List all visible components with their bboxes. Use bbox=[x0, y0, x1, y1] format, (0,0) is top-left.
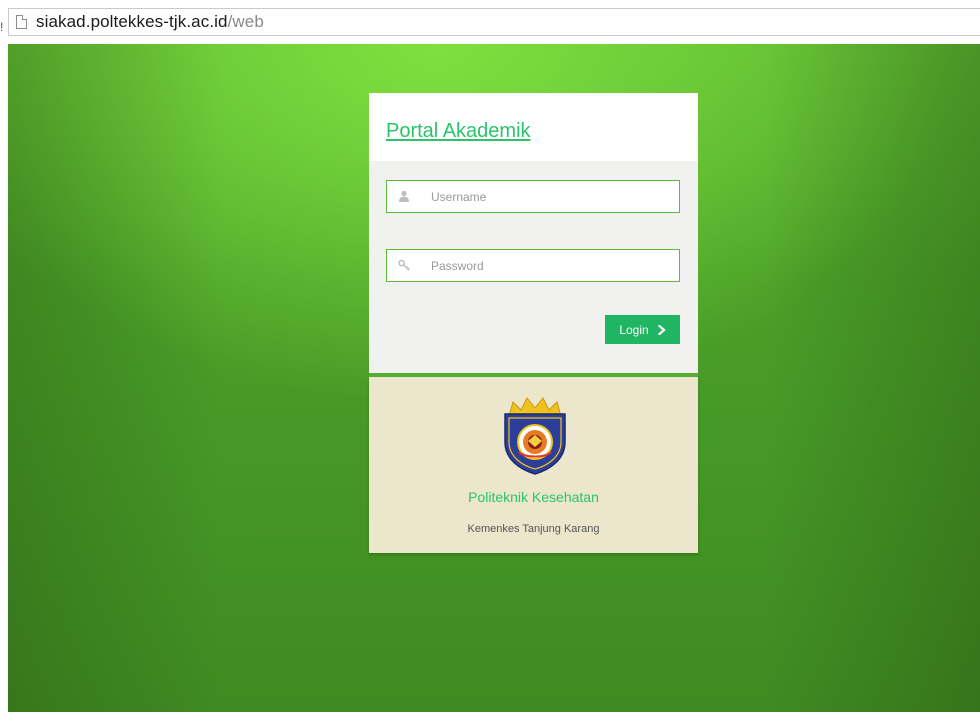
password-field[interactable] bbox=[386, 249, 680, 282]
institution-panel: Politeknik Kesehatan Kemenkes Tanjung Ka… bbox=[369, 377, 698, 553]
institution-subtitle: Kemenkes Tanjung Karang bbox=[467, 523, 600, 535]
url-host: siakad.poltekkes-tjk.ac.id bbox=[36, 12, 228, 31]
institution-name: Politeknik Kesehatan bbox=[468, 489, 599, 505]
login-card: Portal Akademik Login bbox=[369, 93, 698, 377]
username-input[interactable] bbox=[431, 181, 671, 212]
username-field[interactable] bbox=[386, 180, 680, 213]
password-input[interactable] bbox=[431, 250, 671, 281]
user-icon bbox=[399, 190, 409, 202]
address-bar-edge: ! bbox=[0, 20, 4, 34]
login-card-header: Portal Akademik bbox=[369, 93, 698, 161]
url-path: /web bbox=[227, 12, 264, 31]
page-icon bbox=[16, 15, 27, 29]
login-button-label: Login bbox=[619, 322, 649, 337]
portal-title-link[interactable]: Portal Akademik bbox=[386, 120, 531, 143]
chevron-right-icon bbox=[657, 324, 666, 335]
key-icon bbox=[398, 259, 410, 271]
login-button[interactable]: Login bbox=[605, 315, 680, 344]
url-text[interactable]: siakad.poltekkes-tjk.ac.id/web bbox=[36, 12, 264, 32]
window-edge bbox=[0, 44, 8, 712]
institution-logo bbox=[504, 397, 566, 475]
address-bar: ! siakad.poltekkes-tjk.ac.id/web bbox=[0, 0, 980, 44]
